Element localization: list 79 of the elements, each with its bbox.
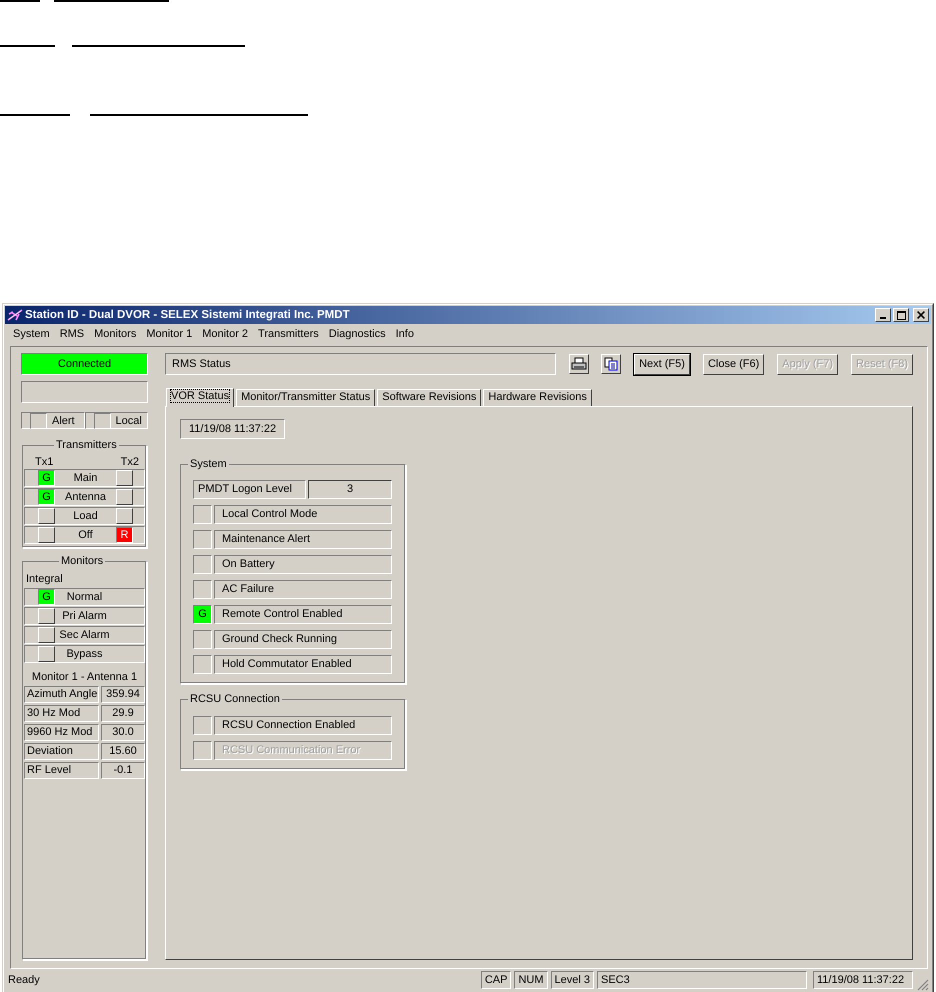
menu-item[interactable]: Info (390, 328, 419, 340)
status-label: Hold Commutator Enabled (214, 655, 392, 674)
maximize-button[interactable] (893, 308, 909, 322)
action-button[interactable]: Close (F6) (702, 354, 764, 374)
group-title: System (188, 458, 229, 471)
timestamp-field: 11/19/08 11:37:22 (180, 419, 286, 439)
row-label: Load (72, 510, 99, 522)
action-button[interactable]: Next (F5) (634, 354, 690, 374)
connection-status: Connected (21, 353, 148, 375)
reading-label: 30 Hz Mod (24, 705, 99, 722)
header-field: RMS Status (165, 353, 556, 375)
reading-value: 359.94 (101, 686, 145, 703)
menu-item[interactable]: Monitor 1 (141, 328, 198, 340)
window-title: Station ID - Dual DVOR - SELEX Sistemi Integrati Inc. PMDT (25, 309, 351, 321)
status-light: G (193, 605, 212, 624)
fill-in-line (0, 114, 70, 116)
flag-label: Alert (52, 414, 75, 426)
tab[interactable]: VOR Status (166, 388, 234, 407)
menu-item[interactable]: Monitor 2 (197, 328, 254, 340)
menu-item[interactable]: RMS (54, 328, 90, 340)
menu-item[interactable]: Transmitters (253, 328, 324, 340)
tab[interactable]: Software Revisions (377, 389, 482, 406)
maximize-icon (896, 310, 906, 320)
status-label: Local Control Mode (214, 505, 392, 524)
close-icon (917, 311, 925, 319)
status-label: Maintenance Alert (214, 530, 392, 549)
logon-level-field: 3 (308, 480, 392, 499)
row-label: Pri Alarm (61, 610, 108, 622)
fill-in-line (0, 45, 55, 47)
copy-icon (604, 357, 618, 371)
minimize-button[interactable] (875, 308, 891, 322)
copy-button[interactable] (601, 354, 622, 374)
reading-value: -0.1 (101, 762, 145, 779)
status-pane: NUM (514, 971, 548, 989)
status-light: G (38, 489, 55, 505)
printer-icon (570, 357, 587, 371)
row-label: Sec Alarm (58, 629, 111, 641)
status-label: Ground Check Running (214, 630, 392, 649)
tab[interactable]: Monitor/Transmitter Status (236, 389, 376, 406)
print-button[interactable] (568, 354, 589, 374)
close-button[interactable] (913, 308, 929, 322)
status-label: RCSU Connection Enabled (214, 716, 392, 735)
fill-in-line (0, 0, 40, 2)
plane-icon (7, 308, 23, 322)
row-label: Off (77, 529, 94, 541)
minimize-icon (880, 317, 886, 319)
reading-label: Deviation (24, 743, 99, 760)
status-light: G (38, 470, 55, 486)
section-title: Monitor 1 - Antenna 1 (30, 671, 138, 683)
status-time: 11/19/08 11:37:22 (813, 971, 913, 989)
status-message: Ready (8, 974, 41, 986)
status-light: G (38, 589, 55, 605)
reading-value: 15.60 (101, 743, 145, 760)
reading-label: 9960 Hz Mod (24, 724, 99, 741)
status-pane: CAP (480, 971, 512, 989)
reading-value: 30.0 (101, 724, 145, 741)
row-label: Normal (66, 591, 104, 603)
menu-item[interactable]: Diagnostics (324, 328, 391, 340)
column-header: Tx1 (35, 456, 54, 469)
flag-label: Local (116, 414, 142, 426)
row-label: Antenna (64, 491, 107, 503)
status-label: Remote Control Enabled (214, 605, 392, 624)
reading-label: Azimuth Angle (24, 686, 99, 703)
group-label: Integral (25, 572, 64, 587)
status-label: AC Failure (214, 580, 392, 599)
tab[interactable]: Hardware Revisions (483, 389, 592, 406)
status-light: R (116, 527, 133, 543)
reading-value: 29.9 (101, 705, 145, 722)
menu-item[interactable]: Monitors (89, 328, 142, 340)
row-label: Bypass (65, 648, 104, 660)
status-label: On Battery (214, 555, 392, 574)
status-pane: Level 3 (550, 971, 594, 989)
field-label: PMDT Logon Level (193, 480, 306, 499)
row-label: Main (72, 472, 98, 484)
column-header: Tx2 (120, 456, 139, 469)
status-pane: SEC3 (597, 971, 807, 989)
resize-grip-icon[interactable] (916, 978, 929, 991)
menu-item[interactable]: System (8, 328, 55, 340)
reading-label: RF Level (24, 762, 99, 779)
